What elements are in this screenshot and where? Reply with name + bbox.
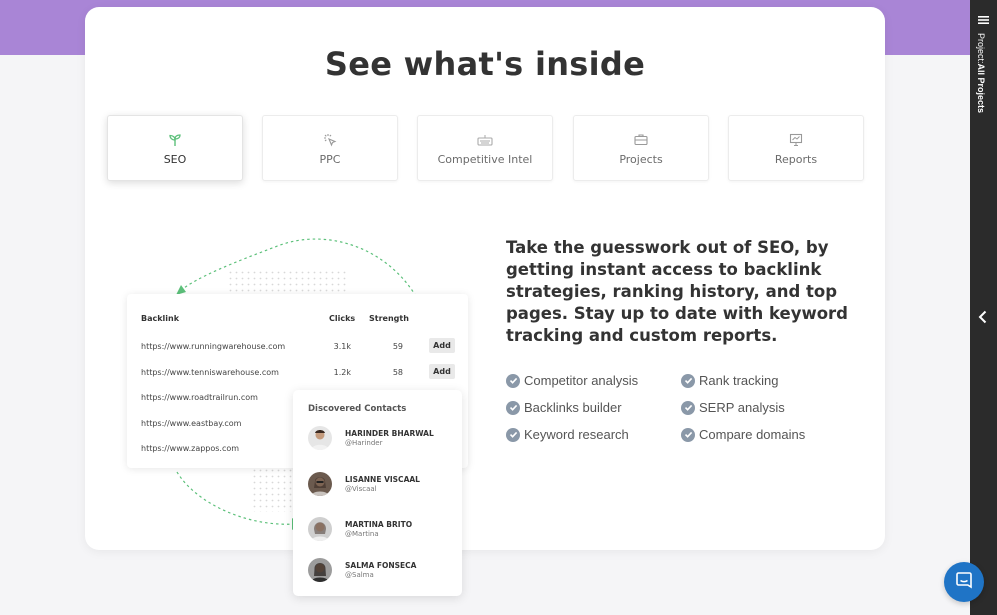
feature-item: Rank tracking [681,373,778,388]
strength-value: 59 [392,342,403,351]
avatar [308,426,332,450]
check-circle-icon [681,400,695,415]
table-row: https://www.tenniswarehouse.com 1.2k 58 … [127,364,468,384]
table-row: https://www.runningwarehouse.com 3.1k 59… [127,338,468,358]
contact-handle: @Martina [345,530,379,538]
check-circle-icon [506,427,520,442]
contact-item[interactable]: HARINDER BHARWAL @Harinder [308,426,458,454]
chat-bubble-icon [954,570,974,595]
project-prefix: Project: [976,33,986,64]
discovered-contacts-card: Discovered Contacts HARINDER BHARWAL @Ha… [293,390,462,596]
contact-handle: @Harinder [345,439,383,447]
add-button[interactable]: Add [429,364,455,379]
backlink-url: https://www.zappos.com [141,444,240,453]
contact-name: SALMA FONSECA [345,561,417,570]
backlink-url: https://www.tenniswarehouse.com [141,368,279,377]
contact-item[interactable]: LISANNE VISCAAL @Viscaal [308,472,458,500]
check-circle-icon [681,427,695,442]
contact-item[interactable]: SALMA FONSECA @Salma [308,558,458,586]
feature-label: SERP analysis [699,400,785,415]
check-circle-icon [506,373,520,388]
feature-label: Compare domains [699,427,806,442]
chevron-left-icon[interactable] [976,309,990,325]
column-header-backlink: Backlink [141,314,180,323]
feature-item: Compare domains [681,427,805,442]
contact-name: HARINDER BHARWAL [345,429,434,438]
feature-label: Competitor analysis [524,373,639,388]
project-side-panel[interactable]: Project:All Projects [970,0,997,615]
check-circle-icon [681,373,695,388]
project-value: All Projects [976,63,986,114]
contact-handle: @Viscaal [345,485,377,493]
column-header-strength: Strength [369,314,409,323]
contact-handle: @Salma [345,571,374,579]
feature-item: Keyword research [506,427,629,442]
feature-item: SERP analysis [681,400,785,415]
backlink-url: https://www.eastbay.com [141,419,242,428]
contact-item[interactable]: MARTINA BRITO @Martina [308,517,458,545]
feature-label: Keyword research [524,427,629,442]
avatar [308,517,332,541]
backlink-url: https://www.runningwarehouse.com [141,342,286,351]
clicks-value: 3.1k [333,342,351,351]
feature-label: Rank tracking [699,373,779,388]
contact-name: LISANNE VISCAAL [345,475,420,484]
features-card: See what's inside SEO PPC Competitive In… [85,7,885,596]
strength-value: 58 [392,368,403,377]
feature-item: Backlinks builder [506,400,622,415]
column-header-clicks: Clicks [329,314,356,323]
feature-item: Competitor analysis [506,373,638,388]
clicks-value: 1.2k [333,368,351,377]
avatar [308,558,332,582]
avatar [308,472,332,496]
contacts-title: Discovered Contacts [308,404,407,414]
chat-launcher-button[interactable] [944,562,984,602]
feature-label: Backlinks builder [524,400,622,415]
backlink-url: https://www.roadtrailrun.com [141,393,258,402]
hamburger-menu-icon[interactable] [978,11,989,24]
check-circle-icon [506,400,520,415]
seo-description: Take the guesswork out of SEO, by gettin… [506,238,848,345]
add-button[interactable]: Add [429,338,455,353]
contact-name: MARTINA BRITO [345,520,413,529]
project-selector-label[interactable]: Project:All Projects [976,33,986,113]
